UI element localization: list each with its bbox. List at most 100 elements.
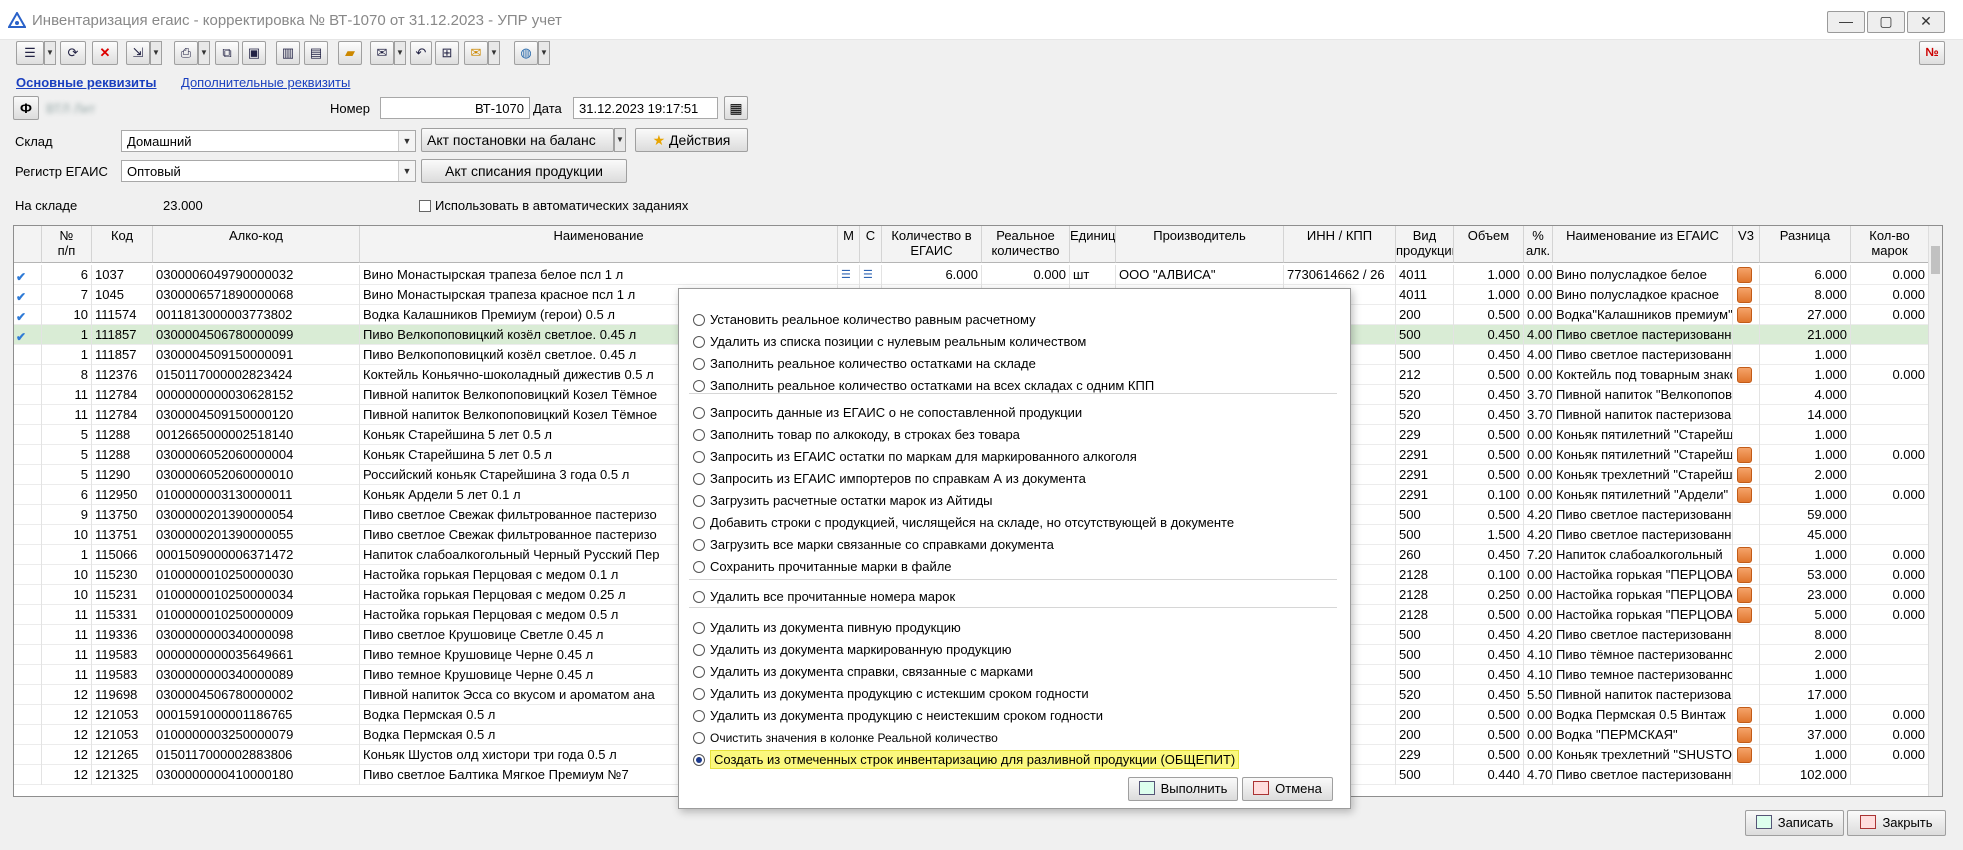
v3-marker-icon[interactable] <box>1737 307 1752 323</box>
tab-main-details[interactable]: Основные реквизиты <box>16 75 157 90</box>
number-badge-icon[interactable]: № <box>1919 41 1945 65</box>
radio-icon[interactable] <box>693 495 705 507</box>
popup-option[interactable]: Заполнить реальное количество остатками … <box>693 377 1154 395</box>
v3-marker-icon[interactable] <box>1737 707 1752 723</box>
column-header-code[interactable]: Код <box>92 226 153 263</box>
column-header-v3[interactable]: V3 <box>1733 226 1760 263</box>
radio-icon[interactable] <box>693 451 705 463</box>
column-header-marks[interactable]: Кол-во марок <box>1851 226 1929 263</box>
popup-option[interactable]: Загрузить все марки связанные со справка… <box>693 536 1054 554</box>
save-button[interactable]: Записать <box>1745 810 1844 836</box>
tab-extra-details[interactable]: Дополнительные реквизиты <box>181 75 350 90</box>
tree-icon[interactable]: ⊞ <box>435 41 459 65</box>
popup-option[interactable]: Очистить значения в колонке Реальной кол… <box>693 729 998 747</box>
radio-icon[interactable] <box>693 539 705 551</box>
radio-icon[interactable] <box>693 517 705 529</box>
column-header-qe[interactable]: Количество в ЕГАИС <box>882 226 982 263</box>
radio-icon[interactable] <box>693 622 705 634</box>
radio-icon[interactable] <box>693 644 705 656</box>
radio-icon[interactable] <box>693 314 705 326</box>
calendar-icon[interactable]: ▦ <box>724 96 748 120</box>
radio-icon[interactable] <box>693 407 705 419</box>
v3-marker-icon[interactable] <box>1737 547 1752 563</box>
v3-marker-icon[interactable] <box>1737 587 1752 603</box>
column-header-vol[interactable]: Объем <box>1454 226 1524 263</box>
check-icon[interactable]: ✔ <box>16 287 26 305</box>
execute-button[interactable]: Выполнить <box>1128 777 1238 801</box>
column-header-type[interactable]: Вид продукции <box>1396 226 1454 263</box>
radio-icon[interactable] <box>693 710 705 722</box>
v3-marker-icon[interactable] <box>1737 567 1752 583</box>
dropdown-arrow-icon[interactable]: ▼ <box>198 41 210 65</box>
column-header-en[interactable]: Наименование из ЕГАИС <box>1553 226 1733 263</box>
maximize-button[interactable]: ▢ <box>1867 11 1905 33</box>
book-icon[interactable]: ▤ <box>304 41 328 65</box>
undo-icon[interactable]: ↶ <box>410 41 432 65</box>
list-icon[interactable]: ☰ <box>16 41 44 65</box>
vertical-scrollbar[interactable] <box>1928 226 1942 796</box>
delete-icon[interactable]: ✕ <box>92 41 118 65</box>
date-field[interactable]: 31.12.2023 19:17:51 <box>573 97 718 119</box>
globe-icon[interactable]: ◍ <box>514 41 538 65</box>
v3-marker-icon[interactable] <box>1737 467 1752 483</box>
close-window-button[interactable]: ✕ <box>1907 11 1945 33</box>
v3-marker-icon[interactable] <box>1737 487 1752 503</box>
column-header-np[interactable]: № п/п <box>42 226 92 263</box>
radio-icon[interactable] <box>693 358 705 370</box>
v3-marker-icon[interactable] <box>1737 607 1752 623</box>
popup-option[interactable]: Заполнить реальное количество остатками … <box>693 355 1036 373</box>
radio-icon[interactable] <box>693 473 705 485</box>
column-header-m[interactable]: М <box>838 226 860 263</box>
popup-option[interactable]: Добавить строки с продукцией, числящейся… <box>693 514 1234 532</box>
warehouse-select[interactable]: Домашний ▼ <box>121 130 416 152</box>
radio-icon[interactable] <box>693 591 705 603</box>
dropdown-arrow-icon[interactable]: ▼ <box>488 41 500 65</box>
column-header-c[interactable]: С <box>860 226 882 263</box>
radio-icon[interactable] <box>693 688 705 700</box>
column-header-unit[interactable]: Единица <box>1070 226 1116 263</box>
radio-icon[interactable] <box>693 561 705 573</box>
radio-icon[interactable] <box>693 336 705 348</box>
check-icon[interactable]: ✔ <box>16 307 26 325</box>
dropdown-arrow-icon[interactable]: ▼ <box>614 128 626 152</box>
mail-icon[interactable]: ✉ <box>370 41 394 65</box>
column-header-inn[interactable]: ИНН / КПП <box>1284 226 1396 263</box>
refresh-icon[interactable]: ⟳ <box>60 41 86 65</box>
column-header-qr[interactable]: Реальное количество <box>982 226 1070 263</box>
check-icon[interactable]: ✔ <box>16 267 26 285</box>
v3-marker-icon[interactable] <box>1737 267 1752 283</box>
dropdown-arrow-icon[interactable]: ▼ <box>150 41 162 65</box>
popup-option[interactable]: Удалить из документа маркированную проду… <box>693 641 1012 659</box>
dropdown-arrow-icon[interactable]: ▼ <box>538 41 550 65</box>
act-writeoff-button[interactable]: Акт списания продукции <box>421 159 627 183</box>
popup-option[interactable]: Удалить из документа продукцию с неистек… <box>693 707 1103 725</box>
folder-icon[interactable]: ▰ <box>338 41 362 65</box>
radio-icon[interactable] <box>693 666 705 678</box>
org-button[interactable]: Ф <box>13 96 39 120</box>
popup-option[interactable]: Запросить из ЕГАИС импортеров по справка… <box>693 470 1086 488</box>
table-row[interactable]: ✔ 6 1037 0300006049790000032 Вино Монастырск… <box>14 265 1929 285</box>
column-header-alko[interactable]: Алко-код <box>153 226 360 263</box>
copy-icon[interactable]: ⧉ <box>215 41 239 65</box>
popup-option[interactable]: Удалить из документа продукцию с истекши… <box>693 685 1089 703</box>
v3-marker-icon[interactable] <box>1737 287 1752 303</box>
dropdown-arrow-icon[interactable]: ▼ <box>394 41 406 65</box>
check-icon[interactable]: ✔ <box>16 327 26 345</box>
image-icon[interactable]: ▣ <box>242 41 266 65</box>
v3-marker-icon[interactable] <box>1737 367 1752 383</box>
barcode-icon[interactable]: ▥ <box>276 41 300 65</box>
popup-option[interactable]: Сохранить прочитанные марки в файле <box>693 558 952 576</box>
popup-option[interactable]: Запросить данные из ЕГАИС о не сопоставл… <box>693 404 1082 422</box>
popup-option[interactable]: Заполнить товар по алкокоду, в строках б… <box>693 426 1020 444</box>
number-field[interactable]: ВТ-1070 <box>380 97 530 119</box>
cancel-button[interactable]: Отмена <box>1242 777 1333 801</box>
actions-button[interactable]: ★ Действия <box>635 128 748 152</box>
print-icon[interactable]: ⎙ <box>174 41 198 65</box>
column-header-chk[interactable] <box>14 226 42 263</box>
import-icon[interactable]: ⇲ <box>126 41 150 65</box>
popup-option[interactable]: Удалить из списка позиции с нулевым реал… <box>693 333 1086 351</box>
popup-option[interactable]: Удалить все прочитанные номера марок <box>693 588 955 606</box>
popup-option[interactable]: Загрузить расчетные остатки марок из Айт… <box>693 492 993 510</box>
column-header-diff[interactable]: Разница <box>1760 226 1851 263</box>
radio-icon[interactable] <box>693 429 705 441</box>
